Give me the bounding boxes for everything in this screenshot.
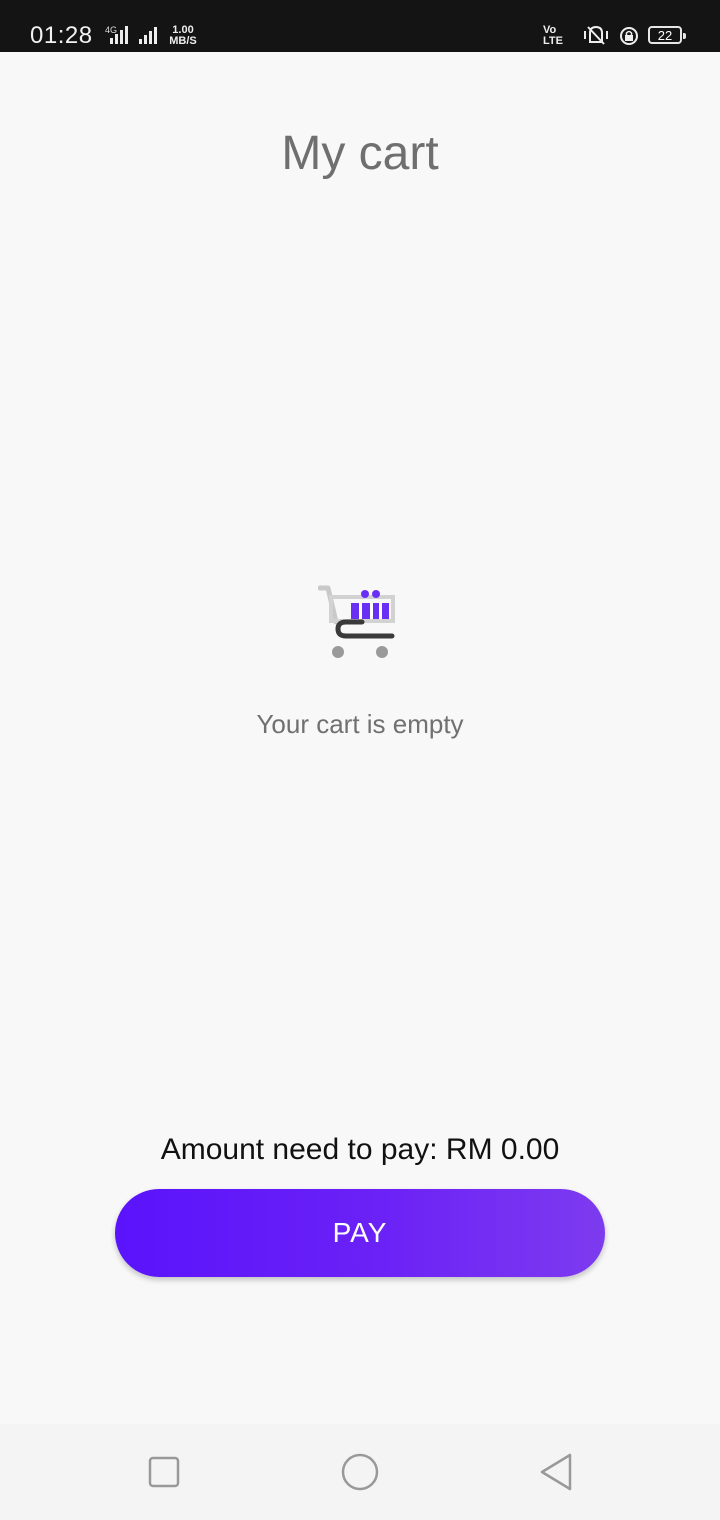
page-title: My cart — [281, 127, 439, 180]
empty-cart-message: Your cart is empty — [256, 709, 464, 739]
status-time: 01:28 — [30, 22, 93, 49]
volte-icon: Vo LTE — [543, 25, 563, 47]
rotation-lock-icon — [620, 27, 638, 45]
amount-to-pay: Amount need to pay: RM 0.00 — [0, 1132, 720, 1168]
speed-unit: MB/S — [169, 35, 197, 47]
amount-value: RM 0.00 — [445, 1133, 560, 1166]
status-bar: 01:28 4G 1.00 MB/S Vo LTE 22 — [0, 0, 720, 52]
triangle-back-icon[interactable] — [536, 1452, 576, 1492]
volte-bottom: LTE — [543, 35, 563, 47]
network-speed: 1.00 MB/S — [166, 25, 200, 47]
shopping-cart-icon — [318, 585, 395, 658]
pay-button[interactable]: PAY — [115, 1189, 605, 1277]
navigation-bar — [0, 1424, 720, 1520]
signal-icon — [139, 27, 157, 44]
signal-icon — [110, 26, 128, 44]
vibrate-icon — [584, 25, 608, 45]
square-icon[interactable] — [144, 1452, 184, 1492]
battery-icon: 22 — [648, 26, 686, 44]
circle-icon[interactable] — [340, 1452, 380, 1492]
amount-label: Amount need to pay: — [160, 1133, 438, 1166]
